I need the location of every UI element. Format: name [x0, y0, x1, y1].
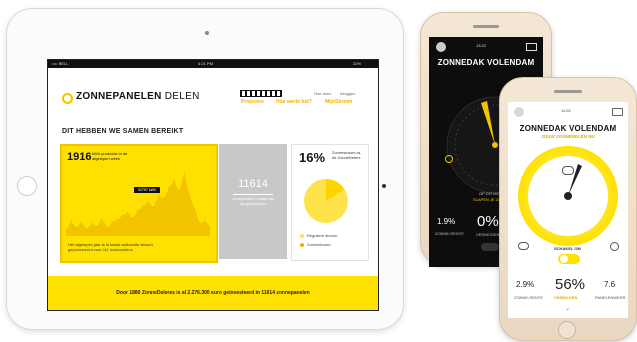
chart-point [199, 223, 201, 225]
tablet-sensor [382, 184, 386, 188]
moon-icon [445, 155, 453, 163]
chart-tooltip: 92757 kWh [134, 187, 160, 193]
brand-name[interactable]: ZONNEPANELEN DELEN [76, 91, 200, 102]
chart-point [193, 208, 196, 210]
chart-area-series [66, 173, 210, 236]
phone-front-gauge [518, 146, 618, 246]
chart-point [152, 206, 155, 209]
share-donut-chart[interactable] [304, 179, 348, 223]
production-footer: Het afgelopen jaar is in totaal voldoend… [68, 242, 153, 252]
tablet-device: •••• BELL 4:21 PM 22% ZONNEPANELEN DELEN… [6, 8, 404, 330]
chart-point [188, 194, 191, 196]
status-bar: •••• BELL 4:21 PM 22% [48, 60, 378, 68]
chart-point [157, 194, 160, 196]
front-rate-value: 2.9% [516, 280, 535, 289]
chart-point [85, 228, 88, 230]
chart-point [132, 217, 134, 219]
production-label: kWh productie in de afgelopen week [92, 151, 128, 161]
chart-point [142, 205, 144, 207]
phone-front-subtitle: JOUW ZONNEDELEN NU [541, 134, 595, 139]
production-card: 1916 kWh productie in de afgelopen week … [60, 144, 218, 263]
panel-counter-display [240, 90, 282, 97]
chart-point [75, 227, 77, 229]
panels-divider [233, 194, 273, 195]
phone-front: 11:02 ZONNEDAK VOLENDAM JOUW ZONNEDELEN … [499, 77, 637, 341]
tablet-home-button[interactable] [17, 176, 37, 196]
investment-banner: Door 1880 ZonneDeleres is al 2.276.300 e… [48, 276, 378, 310]
nav-item-hoe-werkt-het[interactable]: Hoe werkt het? [276, 99, 312, 105]
share-label: Zonnestroom ta. de ZonneDelers [332, 150, 362, 160]
cloud-icon [518, 242, 529, 250]
panels-card: 11614 zonnepanelen in totaal van ons geï… [219, 144, 287, 259]
chart-point [147, 201, 149, 203]
share-value: 16% [299, 150, 326, 165]
user-icon[interactable] [514, 107, 524, 117]
brand-logo-icon[interactable] [62, 93, 73, 104]
nav-top-item-2[interactable]: Inloggen [340, 91, 355, 96]
mode-toggle[interactable] [558, 254, 580, 264]
chart-point [127, 212, 129, 214]
chart-point [163, 198, 165, 200]
chart-point [204, 220, 206, 222]
phone-front-time: 11:02 [561, 108, 571, 113]
chart-point [121, 215, 124, 217]
chart-point [116, 219, 119, 221]
panels-value: 11614 [238, 178, 268, 190]
front-power-label: VERMOGEN [554, 295, 578, 300]
sun-cloud-icon [562, 166, 574, 175]
section-title: DIT HEBBEN WE SAMEN BEREIKT [62, 128, 184, 135]
sun-icon [610, 242, 619, 251]
back-power-value: 0% [477, 213, 499, 230]
mail-icon[interactable] [526, 43, 537, 51]
chevron-down-icon[interactable]: ⌄ [565, 305, 570, 312]
nav-item-mijnstroom[interactable]: MijnStroom [325, 99, 353, 105]
phone-front-speaker [554, 90, 582, 93]
chart-point [168, 187, 170, 189]
panels-label: zonnepanelen in totaal van ons geïnveste… [232, 197, 274, 206]
back-rate-label: ZONNE-RENTE [435, 231, 464, 236]
production-value: 1916 [67, 151, 92, 163]
status-carrier: •••• BELL [52, 61, 69, 66]
phone-front-screen: 11:02 ZONNEDAK VOLENDAM JOUW ZONNEDELEN … [508, 102, 628, 318]
chart-point [106, 227, 108, 229]
nav-item-projecten[interactable]: Projecten [241, 99, 264, 105]
chart-point [70, 220, 72, 222]
tablet-camera [205, 31, 209, 35]
chart-point [101, 217, 103, 219]
nav-top-item-1[interactable]: Hoe doen [314, 91, 331, 96]
investment-banner-text: Door 1880 ZonneDeleres is al 2.276.300 e… [116, 290, 310, 296]
tablet-screen: •••• BELL 4:21 PM 22% ZONNEPANELEN DELEN… [47, 59, 379, 311]
front-power-value: 56% [555, 276, 586, 293]
user-icon[interactable] [436, 42, 446, 52]
back-rate-value: 1.9% [437, 217, 456, 226]
phone-back-title: ZONNEDAK VOLENDAM [437, 58, 535, 67]
back-power-label: VERMOGEN [476, 232, 500, 237]
front-rate-label: ZONNE-RENTE [514, 295, 543, 300]
chart-point [178, 190, 180, 192]
production-area-chart[interactable] [66, 168, 210, 236]
chart-point [80, 221, 83, 223]
phone-front-title: ZONNEDAK VOLENDAM [519, 124, 617, 133]
chart-point [137, 209, 139, 211]
status-battery: 22% [353, 61, 362, 66]
toggle-label: SCHAKEL OM [554, 246, 581, 251]
legend-item-solar: Zonnestroom [300, 242, 331, 247]
chart-point [173, 179, 175, 181]
share-card: 16% Zonnestroom ta. de ZonneDelers Regul… [291, 144, 369, 261]
chart-point [111, 221, 113, 223]
mail-icon[interactable] [612, 108, 623, 116]
chart-point [96, 225, 98, 228]
front-panels-label: PANELENWEER [595, 295, 626, 300]
phone-back-time: 13:22 [476, 43, 487, 48]
front-panels-value: 7.6 [604, 280, 616, 289]
phone-front-home-button[interactable] [558, 321, 576, 339]
chart-point [91, 223, 93, 225]
back-toggle[interactable] [481, 243, 499, 251]
legend-item-regular: Reguliere stroom [300, 233, 337, 238]
status-time: 4:21 PM [198, 61, 213, 66]
phone-back-speaker [473, 25, 499, 28]
chart-point [183, 172, 185, 175]
